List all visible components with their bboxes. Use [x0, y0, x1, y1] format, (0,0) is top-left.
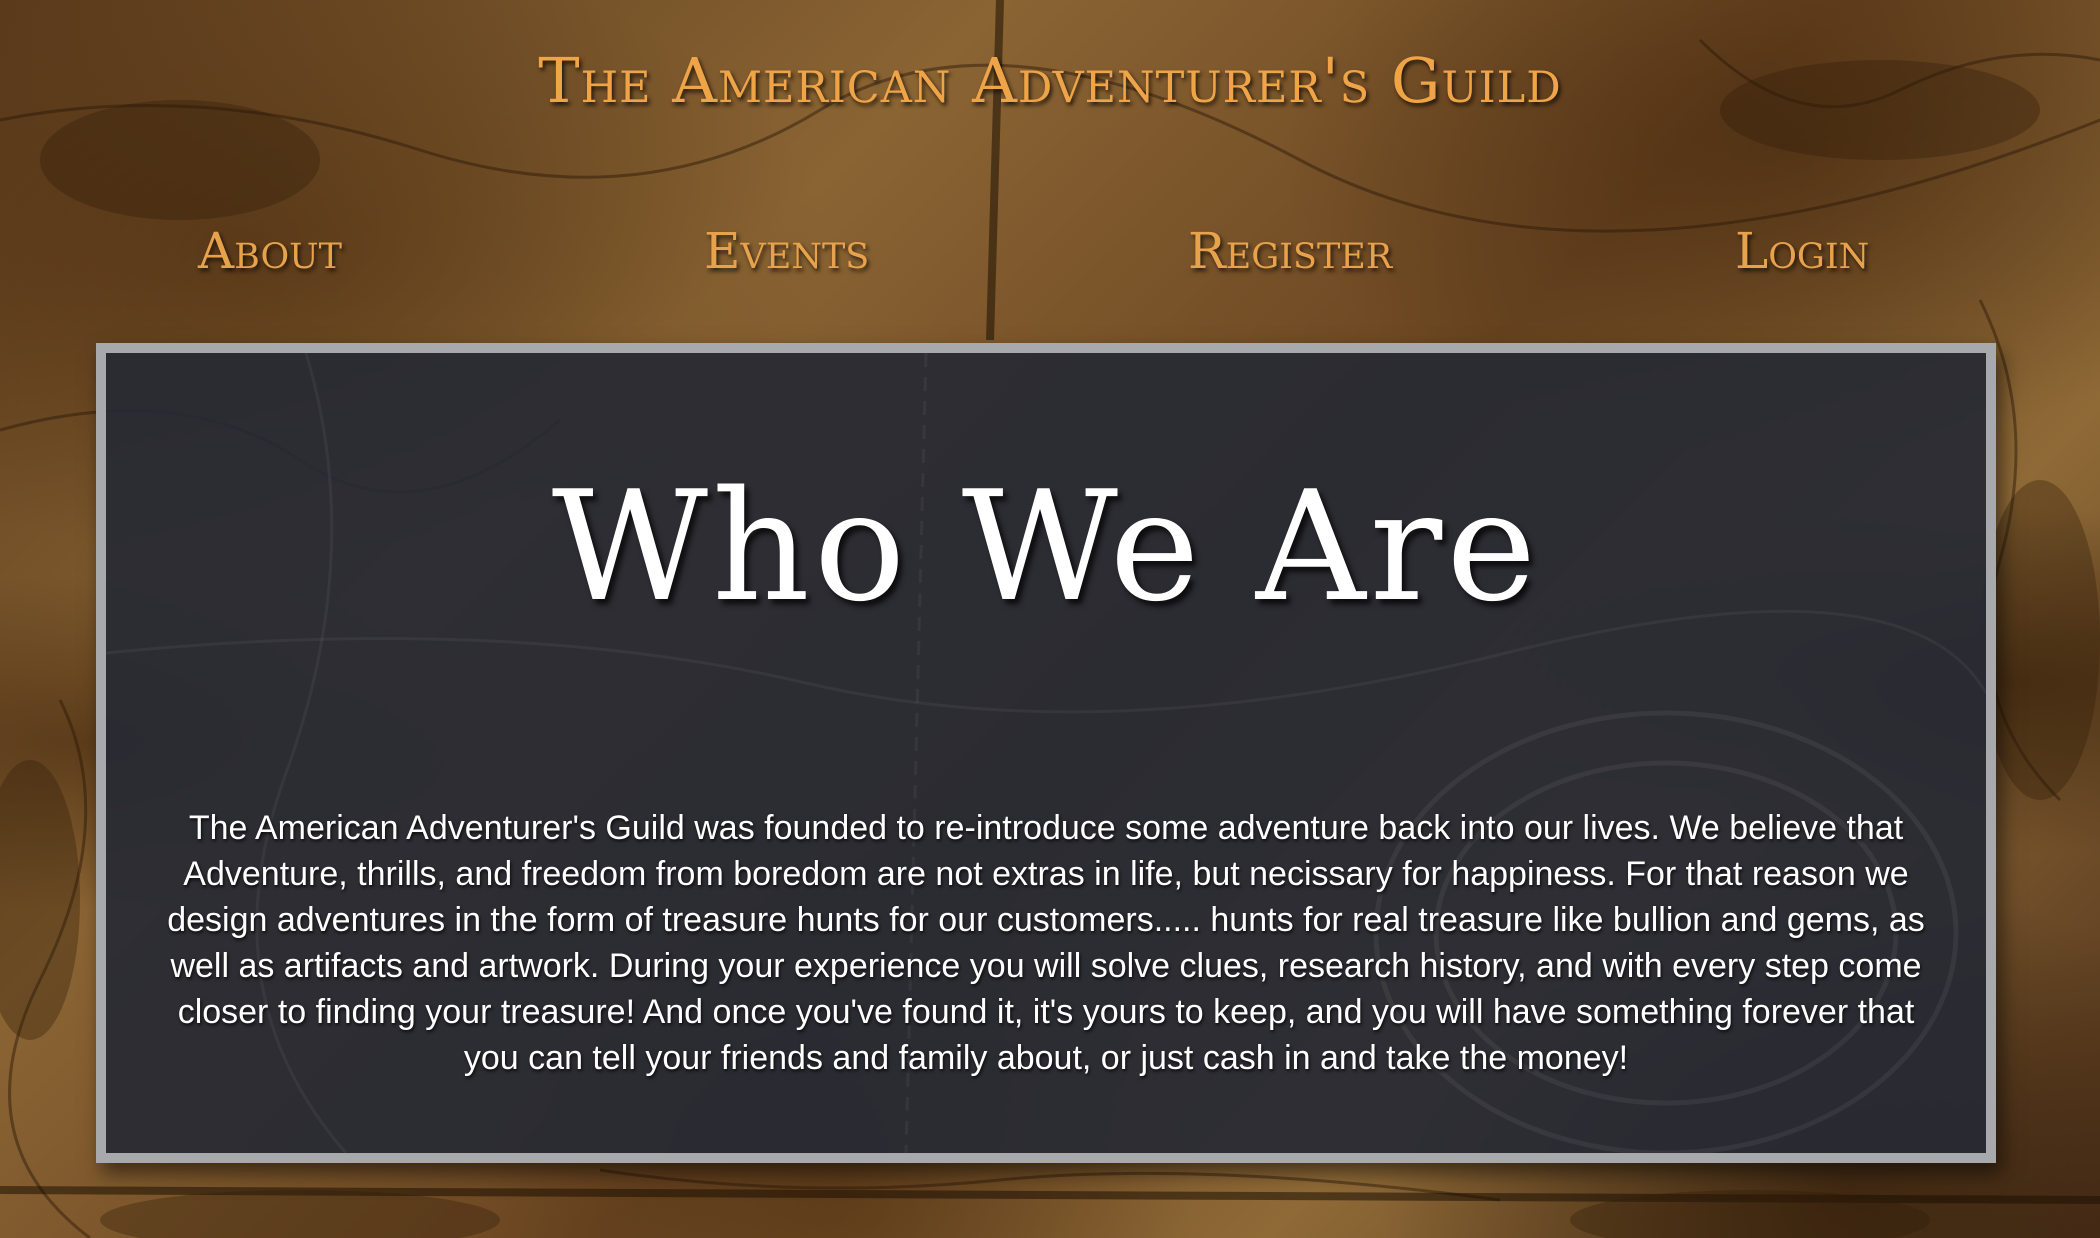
section-heading: Who We Are — [551, 458, 1541, 635]
nav-link-register[interactable]: Register — [1188, 222, 1392, 280]
about-panel: Who We Are The American Adventurer's Gui… — [96, 343, 1996, 1163]
section-body: The American Adventurer's Guild was foun… — [167, 809, 1925, 1077]
nav-link-login[interactable]: Login — [1735, 222, 1869, 280]
nav-link-about[interactable]: About — [198, 222, 342, 280]
main-nav: About Events Register Login — [0, 222, 2100, 292]
nav-link-events[interactable]: Events — [704, 222, 869, 280]
site-title: The American Adventurer's Guild — [538, 44, 1562, 117]
